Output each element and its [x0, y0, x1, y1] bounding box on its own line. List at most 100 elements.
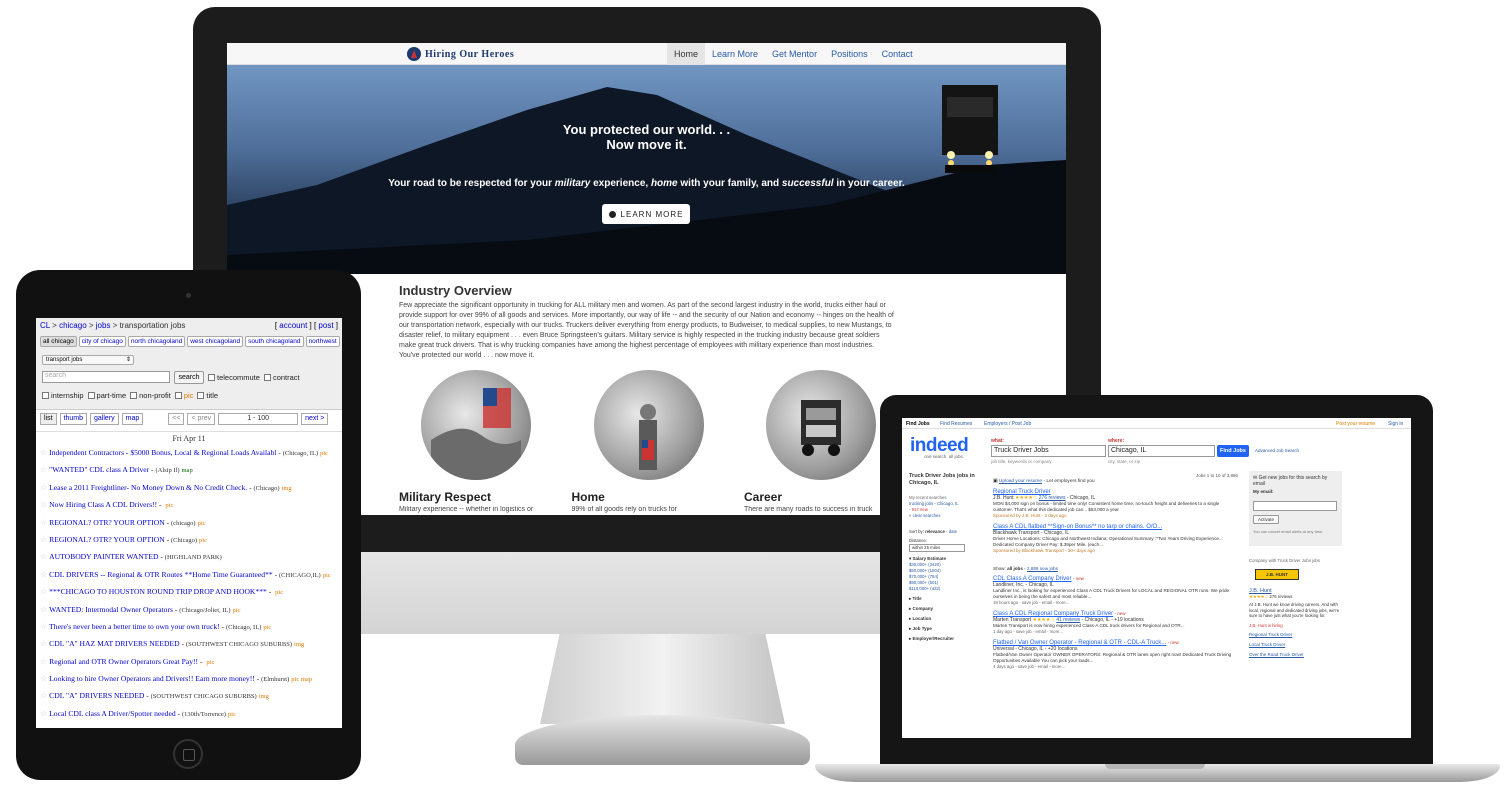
search-input[interactable]: search	[42, 371, 170, 383]
listing-title-link[interactable]: AUTOBODY PAINTER WANTED	[49, 552, 158, 561]
area-west-chicagoland[interactable]: west chicagoland	[187, 336, 244, 347]
clear-searches-link[interactable]: » clear searches	[909, 513, 979, 519]
recent-search-link[interactable]: trucking jobs - Chicago, IL - 917 new	[909, 501, 979, 513]
top-find-resumes[interactable]: Find Resumes	[940, 421, 972, 427]
alert-email-input[interactable]	[1253, 501, 1337, 511]
listing-title-link[interactable]: There's never been a better time to own …	[49, 622, 219, 631]
indeed-tagline: one search. all jobs.	[924, 454, 965, 459]
favorite-star-icon[interactable]: ☆	[40, 709, 47, 718]
crumb-chicago[interactable]: chicago	[59, 321, 87, 330]
top-employers[interactable]: Employers / Post Job	[984, 421, 1031, 427]
pager-range: 1 - 100	[218, 413, 299, 425]
listing-row: ☆ Now Hiring Class A CDL Drivers!! - pic	[40, 500, 174, 510]
nav-home[interactable]: Home	[667, 43, 706, 65]
learn-more-button[interactable]: LEARN MORE	[602, 204, 690, 224]
favorite-star-icon[interactable]: ☆	[40, 570, 47, 579]
favorite-star-icon[interactable]: ☆	[40, 605, 47, 614]
where-input[interactable]: Chicago, IL	[1108, 445, 1215, 457]
favorite-star-icon[interactable]: ☆	[40, 448, 47, 457]
favorite-star-icon[interactable]: ☆	[40, 622, 47, 631]
upload-resume-link[interactable]: Upload your resume	[999, 479, 1042, 484]
site-logo[interactable]: Hiring Our Heroes	[407, 47, 514, 61]
nav-positions[interactable]: Positions	[824, 43, 875, 65]
listing-title-link[interactable]: REGIONAL? OTR? YOUR OPTION	[49, 518, 165, 527]
view-map[interactable]: map	[121, 413, 144, 425]
title-facet[interactable]: ▸ Title	[909, 596, 979, 602]
category-select[interactable]: transport jobs ⇕	[42, 355, 134, 365]
favorite-star-icon[interactable]: ☆	[40, 639, 47, 648]
post-resume-link[interactable]: Post your resume	[1336, 421, 1375, 427]
area-city-of-chicago[interactable]: city of chicago	[78, 336, 126, 347]
favorite-star-icon[interactable]: ☆	[40, 587, 47, 596]
contract-checkbox[interactable]: contract	[263, 373, 300, 382]
job-type-facet[interactable]: ▸ Job Type	[909, 626, 979, 632]
pager-prev[interactable]: < prev	[187, 413, 216, 425]
listing-title-link[interactable]: REGIONAL? OTR? YOUR OPTION	[49, 535, 165, 544]
favorite-star-icon[interactable]: ☆	[40, 691, 47, 700]
activate-alert-button[interactable]: Activate	[1253, 515, 1279, 524]
listing-title-link[interactable]: CDL "A" HAZ MAT DRIVERS NEEDED	[49, 639, 179, 648]
listing-title-link[interactable]: WANTED: Intermodal Owner Operators	[49, 605, 173, 614]
account-link[interactable]: account	[279, 321, 307, 330]
listing-title-link[interactable]: Looking to hire Owner Operators and Driv…	[49, 674, 255, 683]
listing-title-link[interactable]: Now Hiring Class A CDL Drivers!!	[49, 500, 157, 509]
employer-facet[interactable]: ▸ Employer/Recruiter	[909, 636, 979, 642]
top-find-jobs[interactable]: Find Jobs	[906, 421, 930, 427]
post-link[interactable]: post	[318, 321, 333, 330]
view-gallery[interactable]: gallery	[90, 413, 119, 425]
location-facet[interactable]: ▸ Location	[909, 616, 979, 622]
show-new-link[interactable]: 2,886 new jobs	[1027, 566, 1058, 571]
feature-home: Home 99% of all goods rely on trucks for	[572, 370, 732, 513]
view-list[interactable]: list	[40, 413, 57, 425]
salary-110k[interactable]: $110,000+ (432)	[909, 586, 979, 592]
view-thumb[interactable]: thumb	[59, 413, 88, 425]
listing-title-link[interactable]: ***CHICAGO TO HOUSTON ROUND TRIP DROP AN…	[49, 587, 267, 596]
ipad-home-button[interactable]	[173, 739, 203, 769]
what-input[interactable]: Truck Driver Jobs	[991, 445, 1106, 457]
sign-in-link[interactable]: Sign in	[1388, 421, 1403, 427]
listing-title-link[interactable]: Independent Contractors - $5000 Bonus, L…	[49, 448, 276, 457]
search-button[interactable]: search	[174, 371, 204, 384]
distance-select[interactable]: within 25 miles	[909, 544, 965, 552]
internship-checkbox[interactable]: internship	[42, 391, 84, 400]
area-north-chicagoland[interactable]: north chicagoland	[127, 336, 186, 347]
favorite-star-icon[interactable]: ☆	[40, 674, 47, 683]
indeed-right-rail: ✉ Get new jobs for this search by email …	[1249, 471, 1342, 657]
listing-title-link[interactable]: Regional and OTR Owner Operators Great P…	[49, 657, 198, 666]
favorite-star-icon[interactable]: ☆	[40, 657, 47, 666]
title-checkbox[interactable]: title	[197, 391, 218, 400]
company-job-link[interactable]: Regional Truck Driver	[1249, 632, 1342, 637]
pager-first[interactable]: <<	[168, 413, 185, 425]
part-time-checkbox[interactable]: part-time	[87, 391, 126, 400]
favorite-star-icon[interactable]: ☆	[40, 552, 47, 561]
crumb-cl[interactable]: CL	[40, 321, 50, 330]
listing-title-link[interactable]: "WANTED" CDL class A Driver	[49, 465, 149, 474]
area-all-chicago[interactable]: all chicago	[40, 336, 77, 347]
area-northwest[interactable]: northwest	[305, 336, 340, 347]
pager-next[interactable]: next >	[301, 413, 329, 425]
company-facet[interactable]: ▸ Company	[909, 606, 979, 612]
favorite-star-icon[interactable]: ☆	[40, 483, 47, 492]
favorite-star-icon[interactable]: ☆	[40, 465, 47, 474]
advanced-search-link[interactable]: Advanced Job Search	[1255, 448, 1299, 453]
favorite-star-icon[interactable]: ☆	[40, 500, 47, 509]
nav-learn-more[interactable]: Learn More	[705, 43, 765, 65]
nav-contact[interactable]: Contact	[875, 43, 920, 65]
pic-checkbox[interactable]: pic	[174, 391, 193, 400]
listing-title-link[interactable]: CDL "A" DRIVERS NEEDED	[49, 691, 144, 700]
find-jobs-button[interactable]: Find Jobs	[1217, 445, 1249, 457]
area-south-chicagoland[interactable]: south chicagoland	[245, 336, 304, 347]
sort-date-link[interactable]: date	[949, 529, 957, 534]
listing-title-link[interactable]: Local CDL class A Driver/Spotter needed	[49, 709, 175, 718]
listing-title-link[interactable]: Lease a 2011 Freightliner- No Money Down…	[49, 483, 247, 492]
nav-get-mentor[interactable]: Get Mentor	[765, 43, 824, 65]
jb-hunt-logo[interactable]: J.B. HUNT	[1255, 569, 1299, 580]
favorite-star-icon[interactable]: ☆	[40, 518, 47, 527]
company-job-link[interactable]: Over the Road Truck Driver	[1249, 652, 1342, 657]
listing-title-link[interactable]: CDL DRIVERS -- Regional & OTR Routes **H…	[49, 570, 273, 579]
crumb-jobs[interactable]: jobs	[96, 321, 111, 330]
non-profit-checkbox[interactable]: non-profit	[130, 391, 171, 400]
company-job-link[interactable]: Local Truck Driver	[1249, 642, 1342, 647]
favorite-star-icon[interactable]: ☆	[40, 535, 47, 544]
telecommute-checkbox[interactable]: telecommute	[208, 373, 260, 382]
